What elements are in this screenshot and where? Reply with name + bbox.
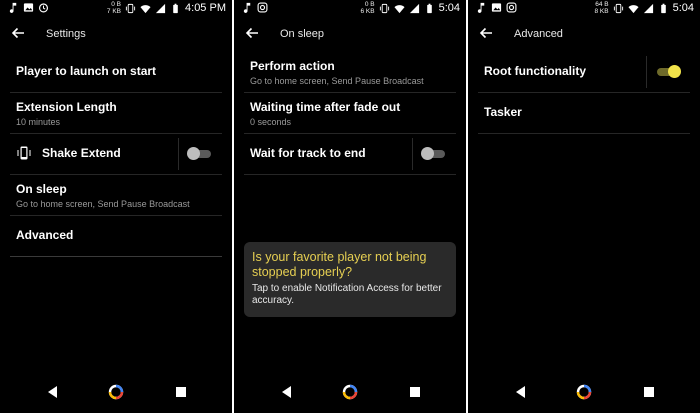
nav-back-icon[interactable] — [44, 383, 62, 401]
card-question: Is your favorite player not being stoppe… — [252, 250, 427, 279]
app-bar: Settings — [0, 20, 232, 48]
wifi-icon — [140, 4, 151, 13]
image-icon — [23, 3, 34, 12]
setting-extension-length[interactable]: Extension Length 10 minutes — [10, 93, 222, 134]
setting-root-functionality[interactable]: Root functionality — [478, 52, 690, 93]
nav-bar — [0, 373, 232, 413]
page-title: Advanced — [514, 28, 563, 40]
setting-waiting-time[interactable]: Waiting time after fade out 0 seconds — [244, 93, 456, 134]
setting-tasker[interactable]: Tasker — [478, 93, 690, 134]
instagram-icon — [506, 2, 517, 13]
nav-home-icon[interactable] — [575, 383, 593, 401]
signal-icon — [155, 3, 166, 13]
status-bar: 0 B 6 KB 5:04 — [234, 0, 466, 18]
music-note-icon — [243, 2, 251, 13]
vibrate-icon — [613, 3, 623, 13]
screen-advanced: 64 B 8 KB 5:04 Advanced Root functionali… — [468, 0, 700, 413]
signal-icon — [409, 3, 419, 13]
wifi-icon — [394, 4, 405, 13]
network-speed: 0 B 6 KB — [360, 1, 375, 15]
status-bar: 64 B 8 KB 5:04 — [468, 0, 700, 18]
battery-icon — [426, 3, 432, 13]
setting-advanced[interactable]: Advanced — [10, 216, 222, 257]
status-clock: 5:04 — [672, 2, 694, 14]
setting-player-to-launch[interactable]: Player to launch on start — [10, 52, 222, 93]
status-clock: 4:05 PM — [185, 2, 226, 14]
back-arrow-icon[interactable] — [478, 25, 494, 41]
alarm-icon — [38, 3, 49, 13]
nav-recents-icon[interactable] — [172, 383, 190, 401]
wait-for-track-toggle[interactable] — [421, 147, 445, 160]
network-speed: 0 B 7 KB — [106, 1, 122, 15]
setting-perform-action[interactable]: Perform action Go to home screen, Send P… — [244, 52, 456, 93]
phone-shake-icon — [17, 146, 31, 160]
image-icon — [491, 3, 502, 12]
nav-home-icon[interactable] — [107, 383, 125, 401]
nav-back-icon[interactable] — [512, 383, 530, 401]
back-arrow-icon[interactable] — [10, 25, 26, 41]
nav-bar — [468, 373, 700, 413]
app-bar: On sleep — [234, 20, 466, 48]
signal-icon — [643, 3, 653, 13]
wifi-icon — [628, 4, 639, 13]
nav-back-icon[interactable] — [278, 383, 296, 401]
page-title: On sleep — [280, 28, 325, 40]
music-note-icon — [9, 2, 17, 13]
network-speed: 64 B 8 KB — [594, 1, 609, 15]
setting-on-sleep[interactable]: On sleep Go to home screen, Send Pause B… — [10, 175, 222, 216]
setting-shake-extend[interactable]: Shake Extend — [10, 134, 222, 175]
battery-icon — [660, 3, 666, 13]
music-note-icon — [477, 2, 485, 13]
page-title: Settings — [46, 28, 86, 40]
root-functionality-toggle[interactable] — [657, 65, 681, 78]
nav-recents-icon[interactable] — [406, 383, 424, 401]
nav-home-icon[interactable] — [341, 383, 359, 401]
instagram-icon — [257, 2, 268, 13]
notification-access-card[interactable]: Is your favorite player not being stoppe… — [244, 242, 456, 317]
screen-settings: 0 B 7 KB 4:05 PM Settings Player to laun… — [0, 0, 232, 413]
app-bar: Advanced — [468, 20, 700, 48]
status-bar: 0 B 7 KB 4:05 PM — [0, 0, 232, 18]
setting-wait-for-track[interactable]: Wait for track to end — [244, 134, 456, 175]
shake-extend-toggle[interactable] — [187, 147, 211, 160]
nav-bar — [234, 373, 466, 413]
vibrate-icon — [379, 3, 389, 13]
battery-icon — [173, 3, 178, 13]
settings-list: Player to launch on start Extension Leng… — [10, 52, 222, 257]
settings-list: Root functionality Tasker — [478, 52, 690, 134]
vibrate-icon — [125, 3, 136, 13]
card-detail: Tap to enable Notification Access for be… — [252, 283, 442, 306]
status-clock: 5:04 — [438, 2, 460, 14]
back-arrow-icon[interactable] — [244, 25, 260, 41]
nav-recents-icon[interactable] — [640, 383, 658, 401]
settings-list: Perform action Go to home screen, Send P… — [244, 52, 456, 175]
screen-on-sleep: 0 B 6 KB 5:04 On sleep Perform action Go… — [234, 0, 466, 413]
